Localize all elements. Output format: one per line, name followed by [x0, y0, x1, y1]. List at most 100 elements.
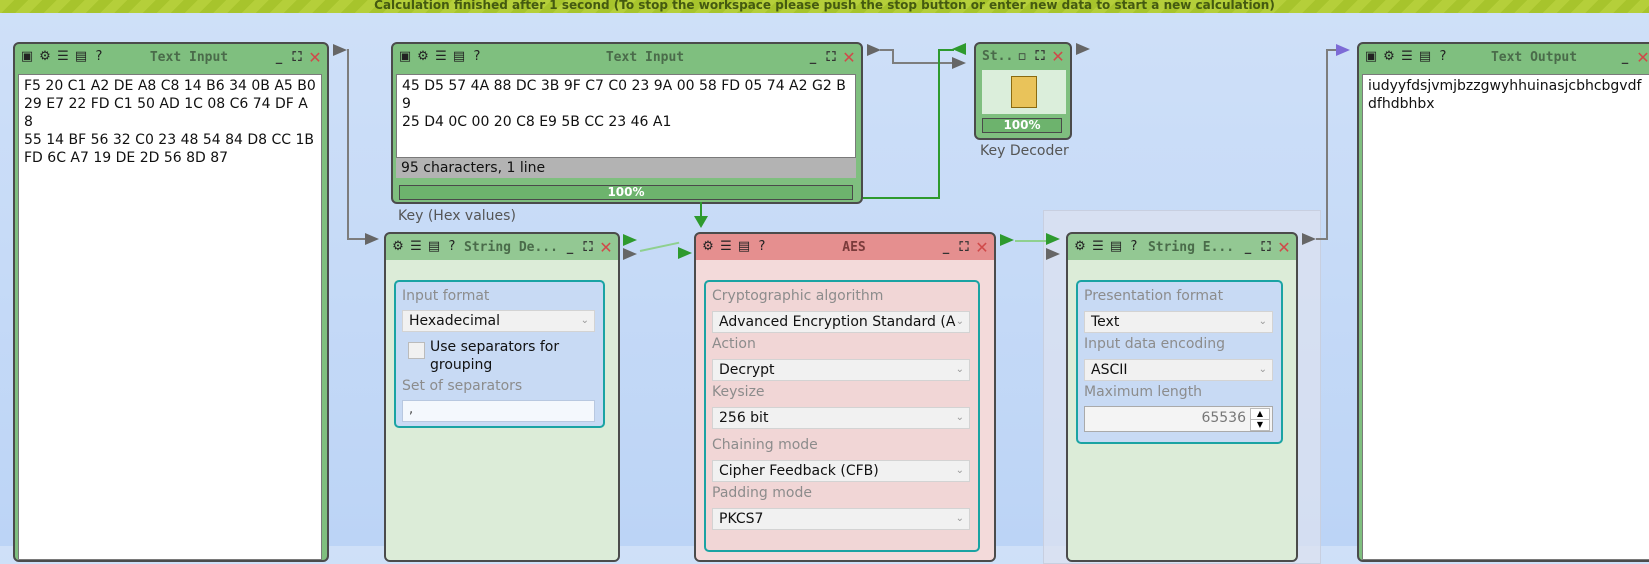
plugin-title: Text Input: [605, 49, 685, 65]
clipboard-icon[interactable]: ▤: [426, 239, 442, 255]
help-icon[interactable]: ?: [1435, 49, 1451, 65]
output-connector[interactable]: [1000, 234, 1014, 246]
string-decoder-plugin[interactable]: ⚙ ☰ ▤ ? String De... _ ⛶ ✕ Input format …: [384, 232, 620, 562]
minimize-icon[interactable]: ▫: [1014, 48, 1030, 64]
input-connector[interactable]: [365, 233, 379, 245]
titlebar[interactable]: ▣ ⚙ ☰ ▤ ? Text Output _ ✕: [1359, 44, 1649, 70]
gear-icon[interactable]: ⚙: [1381, 49, 1397, 65]
close-icon[interactable]: ✕: [1276, 238, 1292, 257]
close-icon[interactable]: ✕: [1050, 47, 1066, 66]
clipboard-icon[interactable]: ▤: [1417, 49, 1433, 65]
key-decoder-plugin[interactable]: St... ▫ ⛶ ✕ 100%: [974, 42, 1072, 140]
chaining-select[interactable]: Cipher Feedback (CFB) ⌄: [712, 460, 970, 482]
output-connector[interactable]: [1076, 43, 1090, 55]
text-input-plugin-2[interactable]: ▣ ⚙ ☰ ▤ ? Text Input _ ⛶ ✕ 45 D5 57 4A 8…: [391, 42, 863, 204]
spin-down-icon[interactable]: ▼: [1250, 419, 1270, 431]
minimize-icon[interactable]: _: [805, 49, 821, 65]
output-connector[interactable]: [623, 234, 637, 246]
connection-line: [347, 49, 349, 240]
list-icon[interactable]: ☰: [433, 49, 449, 65]
text-input-area[interactable]: F5 20 C1 A2 DE A8 C8 14 B6 34 0B A5 B0 2…: [18, 74, 322, 560]
text-input-area[interactable]: 45 D5 57 4A 88 DC 3B 9F C7 C0 23 9A 00 5…: [396, 74, 856, 158]
chevron-down-icon: ⌄: [955, 513, 964, 524]
titlebar[interactable]: ⚙ ☰ ▤ ? String De... _ ⛶ ✕: [386, 234, 618, 260]
gear-icon[interactable]: ⚙: [700, 239, 716, 255]
output-connector[interactable]: [333, 44, 347, 56]
input-connector[interactable]: [1046, 233, 1060, 245]
titlebar[interactable]: ▣ ⚙ ☰ ▤ ? Text Input _ ⛶ ✕: [15, 44, 327, 70]
help-icon[interactable]: ?: [754, 239, 770, 255]
image-icon[interactable]: ▣: [397, 49, 413, 65]
maximize-icon[interactable]: ⛶: [580, 239, 596, 255]
action-label: Action: [712, 336, 756, 352]
close-icon[interactable]: ✕: [307, 48, 323, 67]
chevron-down-icon: ⌄: [1258, 316, 1267, 327]
gear-icon[interactable]: ⚙: [1072, 239, 1088, 255]
output-connector[interactable]: [623, 248, 637, 260]
close-icon[interactable]: ✕: [598, 238, 614, 257]
algorithm-select[interactable]: Advanced Encryption Standard (A ⌄: [712, 311, 970, 333]
action-select[interactable]: Decrypt ⌄: [712, 359, 970, 381]
decoder-icon: [982, 70, 1066, 114]
separators-checkbox[interactable]: [408, 342, 425, 359]
output-connector[interactable]: [1302, 233, 1316, 245]
close-icon[interactable]: ✕: [841, 48, 857, 67]
string-encoder-plugin[interactable]: ⚙ ☰ ▤ ? String E... _ ⛶ ✕ Presentation f…: [1066, 232, 1298, 562]
input-format-select[interactable]: Hexadecimal ⌄: [402, 310, 595, 332]
plugin-title: Text Output: [1490, 49, 1578, 65]
list-icon[interactable]: ☰: [718, 239, 734, 255]
set-of-separators-input[interactable]: ,: [402, 400, 595, 422]
text-output-plugin[interactable]: ▣ ⚙ ☰ ▤ ? Text Output _ ✕ iudyyfdsjvmjbz…: [1357, 42, 1649, 562]
clipboard-icon[interactable]: ▤: [451, 49, 467, 65]
maxlen-spinbox[interactable]: 65536 ▲ ▼: [1084, 406, 1273, 432]
input-connector[interactable]: [678, 247, 692, 259]
minimize-icon[interactable]: _: [1617, 49, 1633, 65]
input-connector[interactable]: [952, 43, 966, 55]
input-connector[interactable]: [1336, 44, 1350, 56]
clipboard-icon[interactable]: ▤: [736, 239, 752, 255]
gear-icon[interactable]: ⚙: [390, 239, 406, 255]
titlebar[interactable]: ▣ ⚙ ☰ ▤ ? Text Input _ ⛶ ✕: [393, 44, 861, 70]
minimize-icon[interactable]: _: [271, 49, 287, 65]
maximize-icon[interactable]: ⛶: [1258, 239, 1274, 255]
help-icon[interactable]: ?: [91, 49, 107, 65]
image-icon[interactable]: ▣: [19, 49, 35, 65]
list-icon[interactable]: ☰: [408, 239, 424, 255]
list-icon[interactable]: ☰: [1090, 239, 1106, 255]
image-icon[interactable]: ▣: [1363, 49, 1379, 65]
close-icon[interactable]: ✕: [1635, 48, 1649, 67]
maximize-icon[interactable]: ⛶: [823, 49, 839, 65]
keysize-select[interactable]: 256 bit ⌄: [712, 407, 970, 429]
titlebar[interactable]: St... ▫ ⛶ ✕: [976, 44, 1070, 68]
minimize-icon[interactable]: _: [562, 239, 578, 255]
input-connector[interactable]: [694, 216, 708, 228]
gear-icon[interactable]: ⚙: [37, 49, 53, 65]
gear-icon[interactable]: ⚙: [415, 49, 431, 65]
input-connector[interactable]: [952, 57, 966, 69]
maximize-icon[interactable]: ⛶: [956, 239, 972, 255]
titlebar[interactable]: ⚙ ☰ ▤ ? AES _ ⛶ ✕: [696, 234, 994, 260]
close-icon[interactable]: ✕: [974, 238, 990, 257]
input-connector[interactable]: [1046, 248, 1060, 260]
clipboard-icon[interactable]: ▤: [73, 49, 89, 65]
text-input-plugin-1[interactable]: ▣ ⚙ ☰ ▤ ? Text Input _ ⛶ ✕ F5 20 C1 A2 D…: [13, 42, 329, 562]
minimize-icon[interactable]: _: [938, 239, 954, 255]
minimize-icon[interactable]: _: [1240, 239, 1256, 255]
help-icon[interactable]: ?: [444, 239, 460, 255]
help-icon[interactable]: ?: [469, 49, 485, 65]
output-connector[interactable]: [867, 44, 881, 56]
list-icon[interactable]: ☰: [55, 49, 71, 65]
maximize-icon[interactable]: ⛶: [289, 49, 305, 65]
titlebar[interactable]: ⚙ ☰ ▤ ? String E... _ ⛶ ✕: [1068, 234, 1296, 260]
character-count: 95 characters, 1 line: [396, 158, 856, 178]
settings-panel: Presentation format Text ⌄ Input data enc…: [1076, 280, 1283, 444]
encoding-select[interactable]: ASCII ⌄: [1084, 359, 1273, 381]
clipboard-icon[interactable]: ▤: [1108, 239, 1124, 255]
progress-bar: 100%: [399, 185, 853, 200]
list-icon[interactable]: ☰: [1399, 49, 1415, 65]
aes-plugin[interactable]: ⚙ ☰ ▤ ? AES _ ⛶ ✕ Cryptographic algorith…: [694, 232, 996, 562]
padding-select[interactable]: PKCS7 ⌄: [712, 508, 970, 530]
presentation-select[interactable]: Text ⌄: [1084, 311, 1273, 333]
help-icon[interactable]: ?: [1126, 239, 1142, 255]
maximize-icon[interactable]: ⛶: [1032, 48, 1048, 64]
